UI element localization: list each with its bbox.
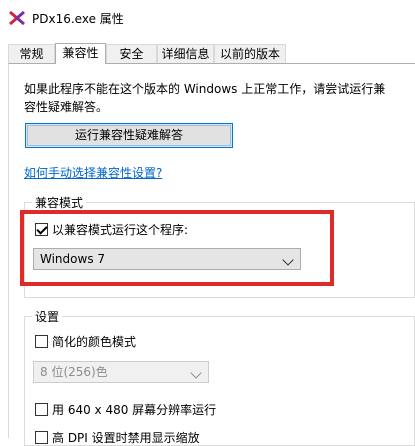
color-depth-select[interactable]: 8 位(256)色 bbox=[33, 361, 209, 383]
compat-mode-checkbox[interactable] bbox=[35, 223, 48, 236]
os-version-select[interactable]: Windows 7 bbox=[33, 248, 301, 270]
resolution-label[interactable]: 用 640 x 480 屏幕分辨率运行 bbox=[52, 401, 216, 418]
window-title: PDx16.exe 属性 bbox=[32, 12, 124, 26]
title-bar: PDx16.exe 属性 bbox=[0, 0, 415, 36]
app-icon bbox=[8, 9, 26, 27]
color-depth-value: 8 位(256)色 bbox=[40, 365, 108, 379]
tab-general[interactable]: 常规 bbox=[8, 44, 55, 63]
compat-mode-label: 兼容模式 bbox=[32, 194, 87, 211]
reduced-color-checkbox[interactable] bbox=[35, 335, 48, 348]
run-troubleshooter-button[interactable]: 运行兼容性疑难解答 bbox=[25, 123, 233, 148]
intro-line-1: 如果此程序不能在这个版本的 Windows 上正常工作，请尝试运行兼 bbox=[24, 82, 386, 96]
tab-details[interactable]: 详细信息 bbox=[157, 44, 214, 63]
tab-compatibility[interactable]: 兼容性 bbox=[55, 43, 106, 64]
resolution-checkbox[interactable] bbox=[35, 403, 48, 416]
chevron-down-icon bbox=[282, 254, 294, 266]
manual-settings-link[interactable]: 如何手动选择兼容性设置? bbox=[24, 164, 162, 181]
intro-text: 如果此程序不能在这个版本的 Windows 上正常工作，请尝试运行兼 容性疑难解… bbox=[24, 80, 394, 116]
os-version-value: Windows 7 bbox=[40, 252, 106, 266]
tab-strip: 常规 兼容性 安全 详细信息 以前的版本 bbox=[0, 43, 415, 64]
chevron-down-icon bbox=[190, 367, 202, 379]
compat-mode-checkbox-label[interactable]: 以兼容模式运行这个程序: bbox=[52, 221, 188, 238]
settings-label: 设置 bbox=[32, 308, 63, 325]
intro-line-2: 容性疑难解答。 bbox=[24, 100, 109, 114]
tab-security[interactable]: 安全 bbox=[106, 44, 157, 63]
tab-previous-versions[interactable]: 以前的版本 bbox=[214, 44, 286, 63]
reduced-color-label[interactable]: 简化的颜色模式 bbox=[52, 333, 136, 350]
